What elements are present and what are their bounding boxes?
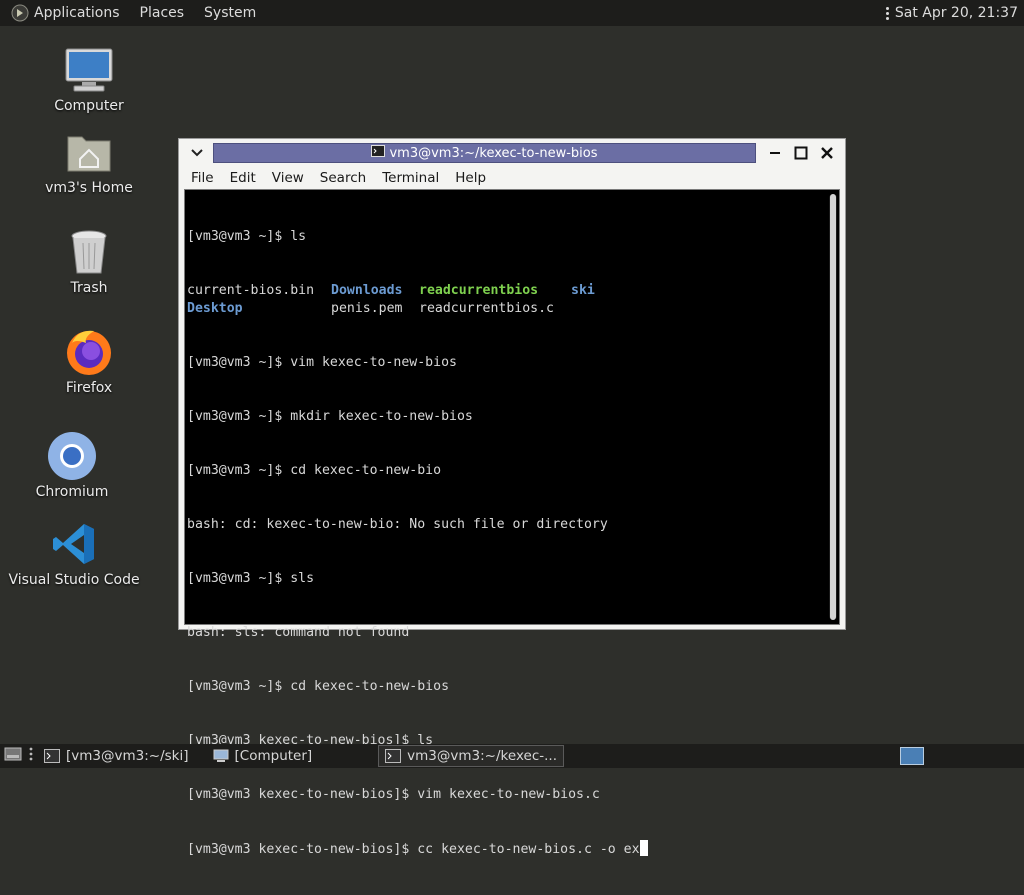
desktop-icon-chromium[interactable]: Chromium [36, 430, 108, 500]
scrollbar-thumb[interactable] [830, 194, 836, 620]
taskbar-item-computer[interactable]: [Computer] [207, 745, 319, 767]
menu-file[interactable]: File [183, 170, 222, 186]
firefox-icon [63, 326, 115, 378]
desktop-icon-label: Chromium [35, 484, 109, 500]
desktop-icon-trash[interactable]: Trash [54, 226, 124, 296]
desktop-icon-label: Computer [54, 98, 124, 114]
bottom-taskbar: [vm3@vm3:~/ski] [Computer] vm3@vm3:~/kex… [0, 744, 1024, 768]
gnome-foot-icon[interactable] [10, 3, 30, 23]
terminal-line: [vm3@vm3 kexec-to-new-bios]$ vim kexec-t… [187, 787, 600, 802]
desktop-icon-label: vm3's Home [45, 180, 133, 196]
terminal-line: bash: cd: kexec-to-new-bio: No such file… [187, 517, 608, 532]
computer-icon [213, 749, 229, 763]
terminal-input-line[interactable]: [vm3@vm3 kexec-to-new-bios]$ cc kexec-to… [187, 840, 827, 859]
clock[interactable]: Sat Apr 20, 21:37 [895, 5, 1018, 21]
home-folder-icon [63, 126, 115, 178]
trash-icon [63, 226, 115, 278]
window-menu-chevron-icon[interactable] [183, 142, 211, 164]
show-desktop-icon[interactable] [4, 746, 22, 766]
panel-options-icon[interactable] [885, 6, 889, 20]
menu-terminal[interactable]: Terminal [374, 170, 447, 186]
menu-view[interactable]: View [264, 170, 312, 186]
terminal-window[interactable]: vm3@vm3:~/kexec-to-new-bios File Edit Vi… [178, 138, 846, 857]
terminal-line: [vm3@vm3 ~]$ vim kexec-to-new-bios [187, 355, 457, 370]
computer-icon [63, 44, 115, 96]
desktop-icon-firefox[interactable]: Firefox [54, 326, 124, 396]
terminal-current-line: [vm3@vm3 kexec-to-new-bios]$ cc kexec-to… [187, 842, 640, 857]
terminal-line: [vm3@vm3 ~]$ cd kexec-to-new-bio [187, 463, 442, 478]
menu-help[interactable]: Help [447, 170, 494, 186]
ls-entry: ski [571, 283, 595, 298]
places-menu[interactable]: Places [140, 5, 185, 21]
ls-entry [571, 300, 595, 318]
menu-search[interactable]: Search [312, 170, 374, 186]
close-icon[interactable] [817, 143, 837, 163]
ls-column: Downloads penis.pem [331, 282, 419, 318]
terminal-area[interactable]: [vm3@vm3 ~]$ ls current-bios.bin Desktop… [184, 189, 840, 857]
terminal-scrollbar[interactable] [829, 194, 837, 620]
terminal-line: [vm3@vm3 ~]$ sls [187, 571, 315, 586]
terminal-icon [385, 749, 402, 763]
ls-entry: readcurrentbios.c [419, 301, 554, 316]
minimize-icon[interactable] [765, 143, 785, 163]
menubar: File Edit View Search Terminal Help [183, 167, 841, 189]
window-title-bar-fill[interactable]: vm3@vm3:~/kexec-to-new-bios [213, 143, 756, 163]
chromium-icon [46, 430, 98, 482]
ls-entry: Desktop [187, 301, 243, 316]
taskbar-item-label: vm3@vm3:~/kexec-... [407, 748, 557, 764]
ls-entry: current-bios.bin [187, 283, 315, 298]
ls-column: ski [571, 282, 595, 318]
terminal-line: [vm3@vm3 ~]$ ls [187, 229, 307, 244]
desktop-icon-computer[interactable]: Computer [54, 44, 124, 114]
terminal-line: [vm3@vm3 ~]$ cd kexec-to-new-bios [187, 679, 450, 694]
ls-output: current-bios.bin Desktop Downloads penis… [187, 282, 827, 318]
ls-entry: penis.pem [331, 301, 403, 316]
ls-entry: readcurrentbios [419, 283, 539, 298]
system-menu[interactable]: System [204, 5, 256, 21]
terminal-cursor [639, 840, 648, 856]
ls-entry: Downloads [331, 283, 403, 298]
terminal-line: bash: sls: command not found [187, 625, 410, 640]
menu-edit[interactable]: Edit [222, 170, 264, 186]
ls-column: readcurrentbios readcurrentbios.c [419, 282, 571, 318]
taskbar-item-label: [Computer] [234, 748, 313, 764]
terminal-icon [44, 749, 60, 763]
desktop-icon-home[interactable]: vm3's Home [44, 126, 134, 196]
workspace-switcher[interactable] [900, 747, 924, 765]
terminal-icon [371, 145, 386, 161]
maximize-icon[interactable] [791, 143, 811, 163]
desktop-icon-label: Firefox [65, 380, 113, 396]
desktop-icon-label: Visual Studio Code [8, 572, 140, 588]
desktop-icon-label: Trash [70, 280, 108, 296]
taskbar-item-kexec-terminal[interactable]: vm3@vm3:~/kexec-... [378, 745, 564, 767]
terminal-line: [vm3@vm3 ~]$ mkdir kexec-to-new-bios [187, 409, 473, 424]
taskbar-item-ski-terminal[interactable]: [vm3@vm3:~/ski] [38, 745, 195, 767]
desktop-icon-vscode[interactable]: Visual Studio Code [8, 518, 140, 588]
terminal-output: [vm3@vm3 ~]$ ls current-bios.bin Desktop… [187, 192, 827, 895]
taskbar-handle-icon[interactable] [28, 746, 34, 766]
ls-column: current-bios.bin Desktop [187, 282, 331, 318]
applications-menu[interactable]: Applications [34, 5, 120, 21]
window-titlebar[interactable]: vm3@vm3:~/kexec-to-new-bios [183, 142, 841, 164]
top-panel: Applications Places System Sat Apr 20, 2… [0, 0, 1024, 26]
window-title: vm3@vm3:~/kexec-to-new-bios [389, 145, 598, 161]
vscode-icon [48, 518, 100, 570]
taskbar-item-label: [vm3@vm3:~/ski] [66, 748, 189, 764]
